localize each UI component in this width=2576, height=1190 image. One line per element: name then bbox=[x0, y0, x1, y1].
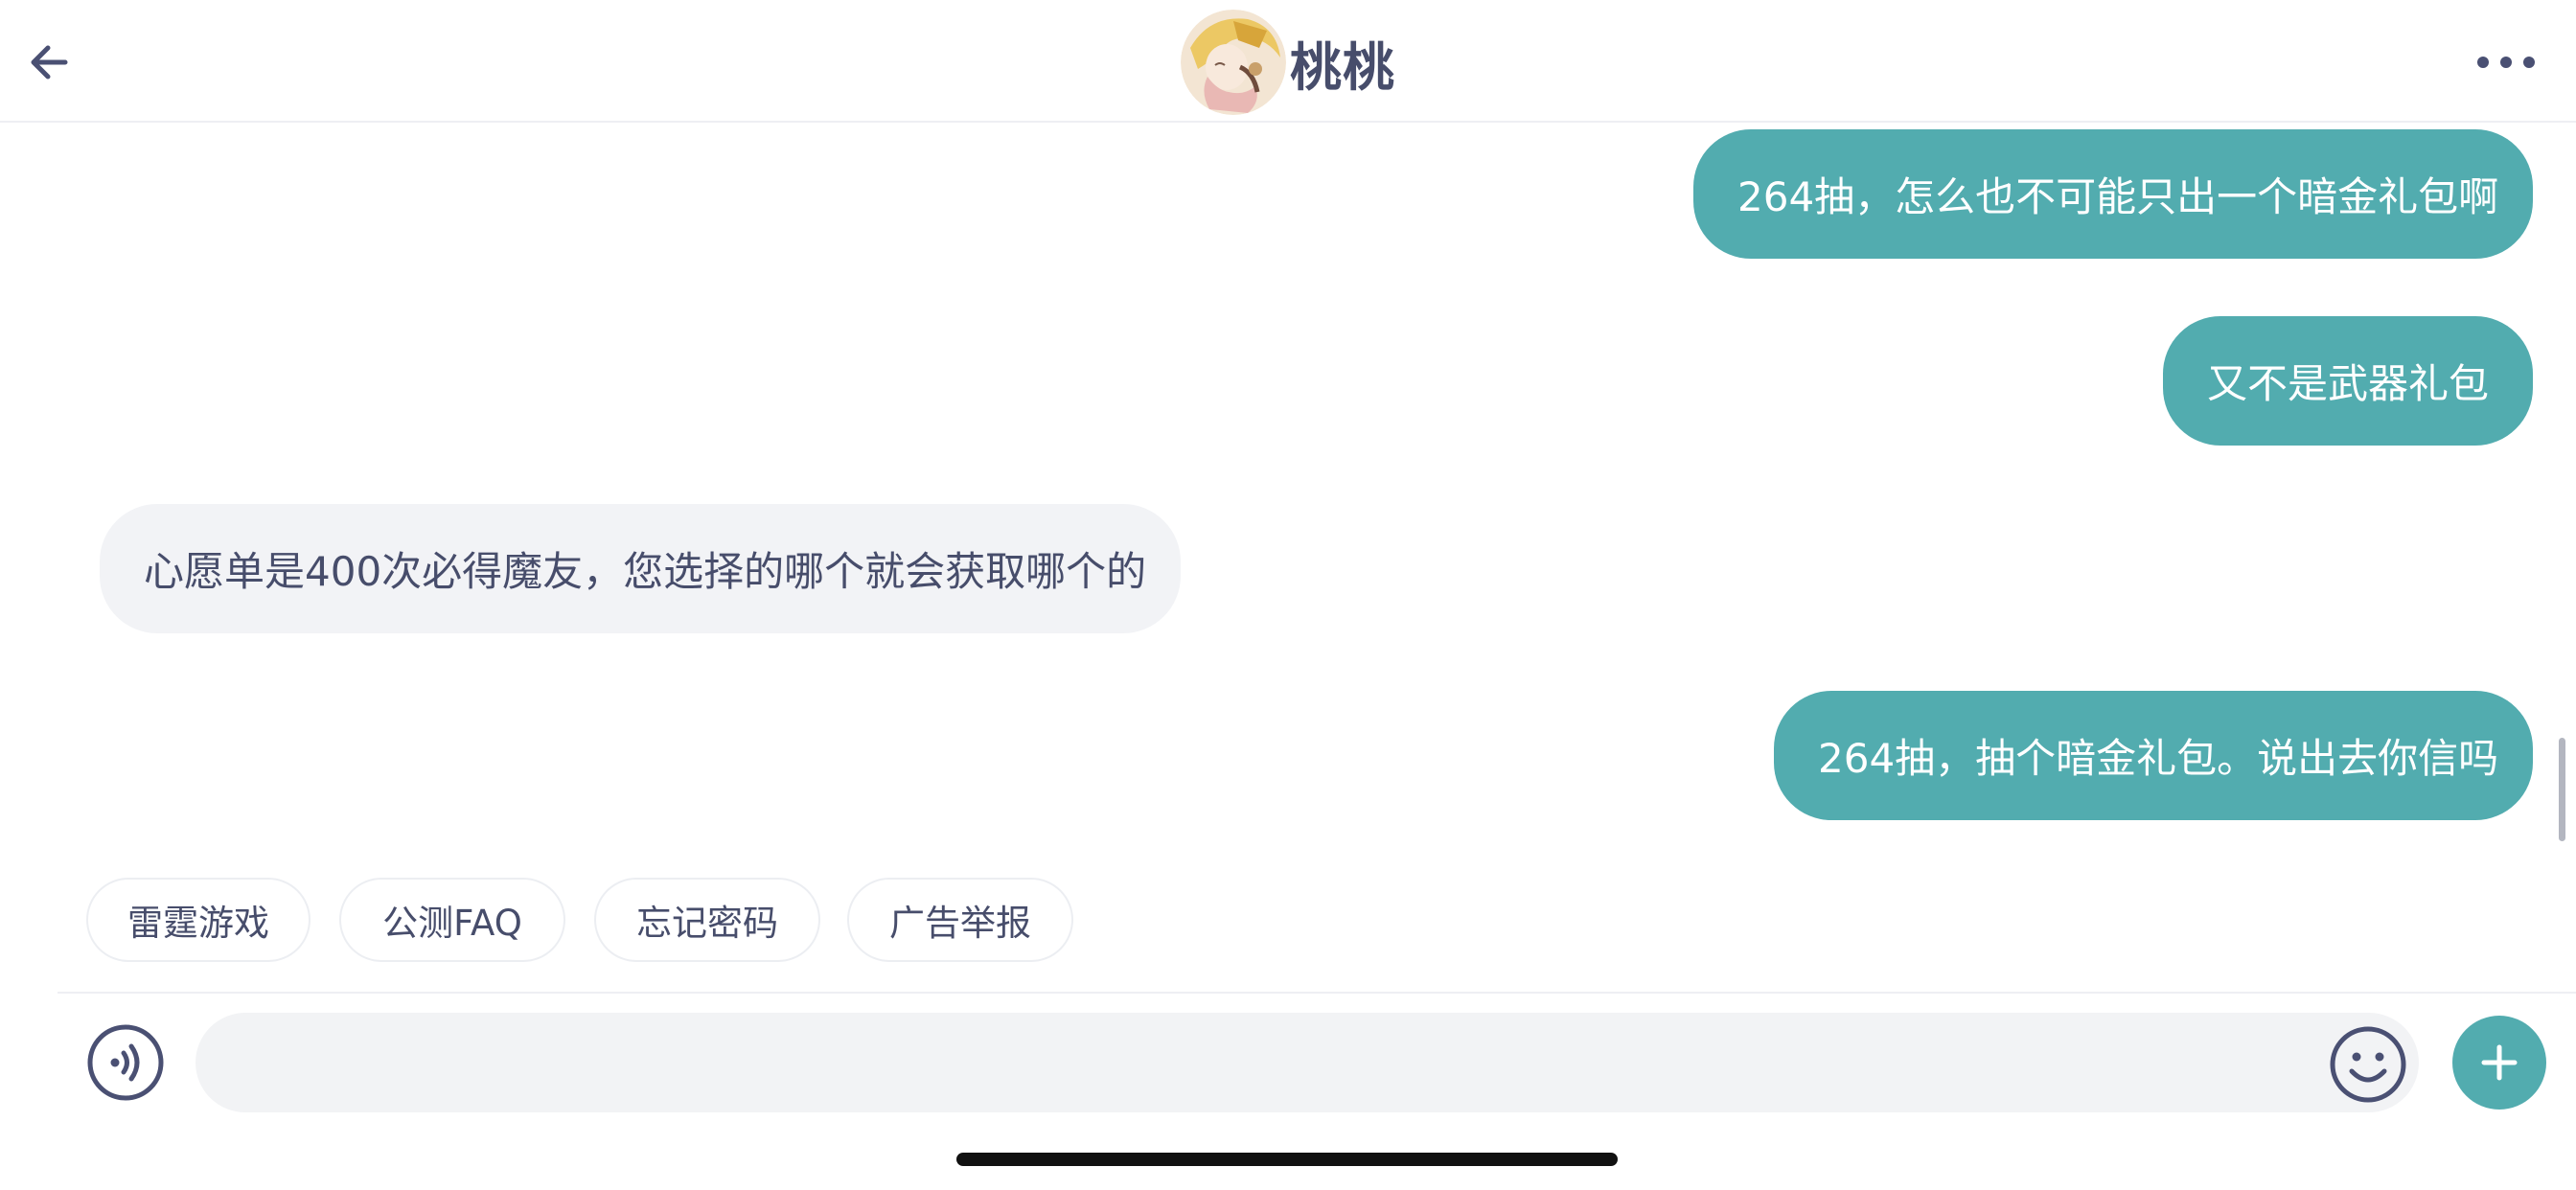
voice-button[interactable] bbox=[86, 1023, 165, 1102]
more-button[interactable] bbox=[2463, 38, 2549, 86]
arrow-left-icon bbox=[31, 45, 68, 80]
more-horizontal-icon bbox=[2477, 57, 2535, 68]
voice-icon bbox=[87, 1024, 164, 1101]
quick-reply-chip[interactable]: 雷霆游戏 bbox=[86, 878, 310, 962]
divider bbox=[58, 992, 2576, 994]
plus-icon bbox=[2481, 1044, 2518, 1081]
back-button[interactable] bbox=[21, 29, 79, 96]
quick-reply-chip[interactable]: 公测FAQ bbox=[339, 878, 565, 962]
incoming-message: 心愿单是400次必得魔友，您选择的哪个就会获取哪个的 bbox=[100, 504, 1181, 633]
message-text: 264抽，抽个暗金礼包。说出去你信吗 bbox=[1818, 735, 2499, 782]
scrollbar[interactable] bbox=[2559, 738, 2565, 841]
outgoing-message: 264抽，怎么也不可能只出一个暗金礼包啊 bbox=[1693, 129, 2533, 259]
emoji-button[interactable] bbox=[2329, 1025, 2407, 1104]
emoji-icon bbox=[2330, 1026, 2406, 1103]
message-text: 264抽，怎么也不可能只出一个暗金礼包啊 bbox=[1737, 173, 2499, 220]
quick-reply-chip[interactable]: 忘记密码 bbox=[594, 878, 820, 962]
plus-button[interactable] bbox=[2452, 1016, 2546, 1110]
message-input[interactable] bbox=[196, 1013, 2419, 1112]
chat-title-area: 桃桃 bbox=[1181, 6, 1395, 119]
home-indicator bbox=[956, 1153, 1618, 1166]
quick-reply-chip[interactable]: 广告举报 bbox=[847, 878, 1073, 962]
chat-header: 桃桃 bbox=[0, 0, 2576, 123]
outgoing-message: 又不是武器礼包 bbox=[2163, 316, 2533, 446]
message-text: 又不是武器礼包 bbox=[2207, 360, 2490, 407]
avatar[interactable] bbox=[1181, 10, 1286, 115]
outgoing-message: 264抽，抽个暗金礼包。说出去你信吗 bbox=[1774, 691, 2533, 820]
chat-title: 桃桃 bbox=[1290, 36, 1395, 98]
avatar-image bbox=[1181, 10, 1286, 115]
message-text: 心愿单是400次必得魔友，您选择的哪个就会获取哪个的 bbox=[144, 548, 1147, 595]
